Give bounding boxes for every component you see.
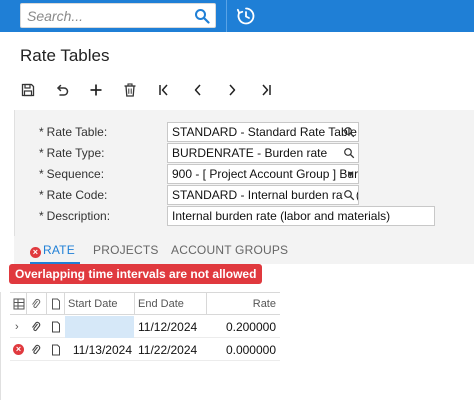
- rate-code-label: Rate Code:: [46, 188, 108, 202]
- lookup-search-icon[interactable]: [343, 189, 355, 201]
- last-record-button[interactable]: [258, 80, 292, 100]
- plus-icon: [90, 84, 102, 96]
- column-divider: [134, 293, 135, 315]
- history-icon[interactable]: [236, 6, 256, 26]
- chevron-right-icon: [229, 84, 236, 96]
- required-marker: *: [39, 125, 44, 139]
- required-marker: *: [39, 209, 44, 223]
- note-icon: [52, 298, 60, 310]
- chevron-left-icon: [194, 84, 201, 96]
- last-record-icon: [262, 84, 271, 96]
- description-input[interactable]: Internal burden rate (labor and material…: [167, 206, 435, 226]
- sequence-value: 900 - [ Project Account Group ] Burd...: [172, 167, 359, 181]
- note-icon[interactable]: [50, 344, 62, 356]
- tab-bar: × RATE PROJECTS ACCOUNT GROUPS: [14, 236, 474, 264]
- column-divider: [64, 293, 65, 315]
- toolbar: [20, 80, 292, 100]
- end-date-cell[interactable]: 11/12/2024: [138, 316, 204, 338]
- grid-left-edge: [0, 292, 1, 400]
- rate-table-value: STANDARD - Standard Rate Table: [172, 125, 357, 139]
- tab-projects-label: PROJECTS: [93, 243, 159, 257]
- rate-table-selector[interactable]: STANDARD - Standard Rate Table: [167, 122, 359, 142]
- row-error-icon: ×: [13, 344, 24, 355]
- sequence-label: Sequence:: [46, 167, 105, 181]
- table-row[interactable]: × 11/13/2024 11/22/2024 0.000000: [10, 339, 280, 361]
- column-header-rate[interactable]: Rate: [253, 293, 276, 315]
- required-marker: *: [39, 167, 44, 181]
- required-marker: *: [39, 188, 44, 202]
- summary-form: * Rate Table: STANDARD - Standard Rate Ta…: [14, 110, 474, 236]
- top-navigation-bar: [0, 0, 474, 32]
- error-icon: ×: [30, 247, 41, 258]
- end-date-cell[interactable]: 11/22/2024: [138, 339, 204, 361]
- search-box[interactable]: [20, 3, 216, 28]
- previous-record-button[interactable]: [190, 80, 224, 100]
- rate-type-selector[interactable]: BURDENRATE - Burden rate: [167, 143, 359, 163]
- chevron-right-icon: ›: [15, 321, 19, 333]
- start-date-cell[interactable]: 11/13/2024: [68, 339, 134, 361]
- rate-type-value: BURDENRATE - Burden rate: [172, 146, 328, 160]
- lookup-search-icon[interactable]: [343, 126, 355, 138]
- trash-icon: [124, 83, 136, 97]
- note-icon[interactable]: [50, 321, 62, 333]
- rate-cell[interactable]: 0.000000: [226, 339, 276, 361]
- first-record-button[interactable]: [156, 80, 190, 100]
- column-divider: [26, 293, 27, 315]
- rate-grid: Start Date End Date Rate › 11/12/2024 0.…: [10, 292, 280, 361]
- description-value: Internal burden rate (labor and material…: [172, 209, 391, 223]
- tab-rate[interactable]: × RATE: [30, 243, 75, 258]
- save-button[interactable]: [20, 80, 54, 100]
- paperclip-icon: [32, 298, 41, 309]
- rate-type-label: Rate Type:: [46, 146, 105, 160]
- description-label: Description:: [46, 209, 111, 223]
- grid-settings-icon[interactable]: [13, 298, 25, 310]
- rate-code-value: STANDARD - Internal burden rate (lab: [172, 188, 359, 202]
- chevron-down-icon[interactable]: ▼: [346, 165, 355, 183]
- search-input[interactable]: [21, 4, 191, 27]
- sequence-dropdown[interactable]: 900 - [ Project Account Group ] Burd... …: [167, 164, 359, 184]
- column-divider: [206, 293, 207, 315]
- column-divider: [46, 293, 47, 315]
- tab-projects[interactable]: PROJECTS: [93, 243, 159, 257]
- search-icon[interactable]: [194, 8, 210, 24]
- table-row[interactable]: › 11/12/2024 0.200000: [10, 316, 280, 338]
- start-date-cell[interactable]: [65, 316, 134, 338]
- rate-table-label: Rate Table:: [46, 125, 108, 139]
- grid-header: Start Date End Date Rate: [10, 293, 280, 315]
- next-record-button[interactable]: [224, 80, 258, 100]
- paperclip-icon[interactable]: [30, 321, 42, 333]
- delete-button[interactable]: [122, 80, 156, 100]
- first-record-icon: [159, 84, 168, 96]
- save-icon: [21, 83, 35, 97]
- top-bar-divider: [226, 0, 227, 32]
- required-marker: *: [39, 146, 44, 160]
- lookup-search-icon[interactable]: [343, 147, 355, 159]
- error-tooltip: Overlapping time intervals are not allow…: [9, 264, 263, 284]
- tab-rate-label: RATE: [43, 243, 75, 257]
- undo-icon: [57, 84, 69, 96]
- rate-code-selector[interactable]: STANDARD - Internal burden rate (lab: [167, 185, 359, 205]
- undo-button[interactable]: [54, 80, 88, 100]
- page-title: Rate Tables: [20, 46, 110, 65]
- column-header-start-date[interactable]: Start Date: [68, 293, 118, 315]
- tab-account-groups[interactable]: ACCOUNT GROUPS: [171, 243, 288, 257]
- rate-cell[interactable]: 0.200000: [226, 316, 276, 338]
- add-button[interactable]: [88, 80, 122, 100]
- tab-account-groups-label: ACCOUNT GROUPS: [171, 243, 289, 257]
- column-header-end-date[interactable]: End Date: [138, 293, 184, 315]
- paperclip-icon[interactable]: [30, 344, 42, 356]
